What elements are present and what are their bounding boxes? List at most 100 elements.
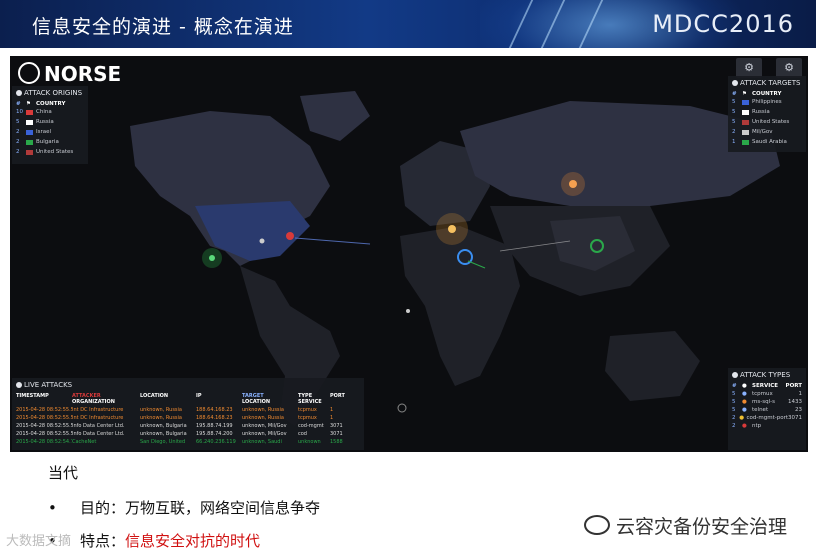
row-count: 2 [16, 129, 20, 135]
row-organization: Info Data Center Ltd. [72, 423, 125, 429]
row-count: 5 [732, 391, 736, 397]
row-port: 1588 [330, 439, 343, 445]
attack-types-list: 5 ● tcpmux 1 5 ● ms-sql-s 1433 5 ● telnet 23 2 ● cod-m… [728, 390, 806, 430]
bullet-text: 万物互联，网络空间信息争夺 [125, 499, 321, 517]
row-organization: CacheNet [72, 439, 97, 445]
row-count: 5 [732, 119, 736, 125]
flag-cell [26, 149, 36, 157]
bullet-label: 特点： [80, 532, 126, 550]
row-service: ms-sql-s [752, 399, 775, 405]
bullet-feature: • 特点：信息安全对抗的时代 [48, 530, 260, 551]
flag-cell [26, 119, 36, 127]
attack-point-us-central [259, 238, 265, 244]
service-row: 2 ● ntp [728, 422, 806, 430]
row-target-location: unknown, Russia [242, 407, 284, 413]
country-row: 1 Saudi Arabia [728, 138, 806, 148]
flag-cell [742, 109, 752, 117]
panel-dot-icon [732, 80, 738, 86]
live-attack-row: 2015-04-28 08:52:55.52 Info Data Center L… [12, 430, 364, 438]
row-location: unknown, Russia [140, 407, 182, 413]
service-dot-icon: ● [742, 391, 747, 397]
row-target-location: unknown, Russia [242, 415, 284, 421]
slide-header: 信息安全的演进 - 概念在演进 MDCC2016 [0, 0, 816, 48]
flag-icon [742, 100, 749, 105]
country-row: 5 Philippines [728, 98, 806, 108]
row-service: cod [298, 431, 307, 437]
caption-heading: 当代 [48, 464, 79, 482]
live-attacks-panel: LIVE ATTACKS TIMESTAMP ATTACKER ORGANIZAT… [12, 378, 364, 450]
country-row: 5 Russia [728, 108, 806, 118]
live-attack-row: 2015-04-28 08:52:55.51 Int DC Infrastruct… [12, 406, 364, 414]
bullet-text-emphasis: 信息安全对抗的时代 [125, 532, 261, 550]
row-port: 23 [795, 407, 802, 413]
row-service: cod-mgmt-port [746, 415, 789, 421]
attack-point-europe [448, 225, 456, 233]
live-attacks-header: TIMESTAMP ATTACKER ORGANIZATION LOCATION … [16, 393, 345, 405]
row-country: Russia [36, 119, 54, 125]
row-port: 1433 [788, 399, 802, 405]
live-attack-row: 2015-04-28 08:52:55.52 Info Data Center L… [12, 422, 364, 430]
attack-point-us-west [209, 255, 215, 261]
flag-cell [26, 129, 36, 137]
country-row: 5 United States [728, 118, 806, 128]
norse-logo-icon [18, 62, 40, 84]
flag-icon [742, 110, 749, 115]
row-country: Philippines [752, 99, 782, 105]
row-timestamp: 2015-04-28 08:52:55.52 [16, 423, 72, 429]
live-attack-row: 2015-04-28 08:52:55.52 Int DC Infrastruct… [12, 414, 364, 422]
conference-logo: MDCC2016 [652, 10, 794, 38]
bullet-marker: • [48, 499, 57, 517]
panel-dot-icon [732, 372, 738, 378]
attack-point-us-east [286, 232, 294, 240]
row-timestamp: 2015-04-28 08:52:54.7 [16, 439, 72, 445]
row-target-location: unknown, Saudi [242, 439, 282, 445]
attack-point-russia [569, 180, 577, 188]
service-dot-icon: ● [742, 423, 747, 429]
flag-icon [742, 120, 749, 125]
wechat-icon [584, 515, 610, 535]
attack-origins-panel: ATTACK ORIGINS # ⚑ COUNTRY 10 China 5 Russia 2… [12, 86, 88, 164]
map-settings-button[interactable]: ⚙ [736, 58, 762, 78]
flag-icon [26, 140, 33, 145]
map-options-button[interactable]: ⚙ [776, 58, 802, 78]
row-count: 2 [16, 139, 20, 145]
row-count: 2 [732, 423, 736, 429]
service-row: 5 ● tcpmux 1 [728, 390, 806, 398]
live-attacks-list: 2015-04-28 08:52:55.51 Int DC Infrastruct… [12, 406, 364, 446]
row-port: 1 [330, 415, 334, 421]
attack-types-header: # ● SERVICE PORT [732, 383, 802, 389]
attack-types-panel: ATTACK TYPES # ● SERVICE PORT 5 ● tcpmux 1 5 ● ms… [728, 368, 806, 450]
attack-targets-list: 5 Philippines 5 Russia 5 United States 2 Mil/Go… [728, 98, 806, 148]
row-service: tcpmux [752, 391, 773, 397]
flag-icon [742, 130, 749, 135]
row-location: unknown, Russia [140, 415, 182, 421]
attack-origins-header: # ⚑ COUNTRY [16, 101, 66, 107]
bullet-label: 目的： [80, 499, 126, 517]
country-row: 10 China [12, 108, 88, 118]
row-service: tcpmux [298, 415, 317, 421]
flag-icon [26, 130, 33, 135]
row-ip: 188.64.168.23 [196, 415, 233, 421]
flag-icon [26, 120, 33, 125]
row-count: 5 [732, 399, 736, 405]
row-ip: 195.88.74.200 [196, 431, 233, 437]
row-country: Mil/Gov [752, 129, 773, 135]
row-count: 5 [732, 407, 736, 413]
row-country: Saudi Arabia [752, 139, 787, 145]
row-timestamp: 2015-04-28 08:52:55.52 [16, 415, 72, 421]
row-count: 10 [16, 109, 23, 115]
live-attacks-title: LIVE ATTACKS [12, 378, 364, 392]
circle-icon: ● [742, 383, 747, 389]
row-country: China [36, 109, 52, 115]
row-country: United States [36, 149, 74, 155]
attack-origins-title: ATTACK ORIGINS [12, 86, 88, 100]
country-row: 2 Bulgaria [12, 138, 88, 148]
row-target-location: unknown, Mil/Gov [242, 423, 287, 429]
row-port: 3071 [330, 423, 343, 429]
row-service: tcpmux [298, 407, 317, 413]
attack-targets-header: # ⚑ COUNTRY [732, 91, 782, 97]
row-count: 5 [16, 119, 20, 125]
country-row: 2 Mil/Gov [728, 128, 806, 138]
row-organization: Info Data Center Ltd. [72, 431, 125, 437]
attack-map-screenshot: NORSE ⚙ ⚙ ATTACK ORIGINS # ⚑ COUNTRY 10 Chi… [10, 56, 808, 452]
